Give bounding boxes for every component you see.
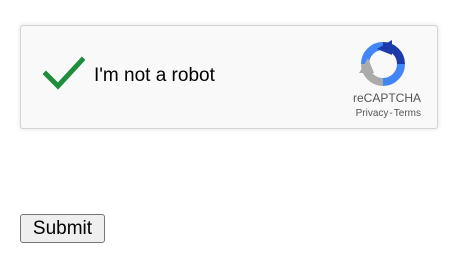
checkmark-icon[interactable] (43, 56, 85, 90)
terms-link[interactable]: Terms (394, 108, 421, 119)
recaptcha-widget: I'm not a robot reCAPTCHA Privacy-Terms (20, 25, 438, 129)
submit-button[interactable]: Submit (20, 214, 105, 243)
recaptcha-logo-icon (359, 40, 405, 86)
recaptcha-links: Privacy-Terms (356, 108, 421, 119)
captcha-label: I'm not a robot (94, 65, 215, 86)
recaptcha-brand: reCAPTCHA (352, 91, 421, 105)
privacy-link[interactable]: Privacy (356, 108, 389, 119)
